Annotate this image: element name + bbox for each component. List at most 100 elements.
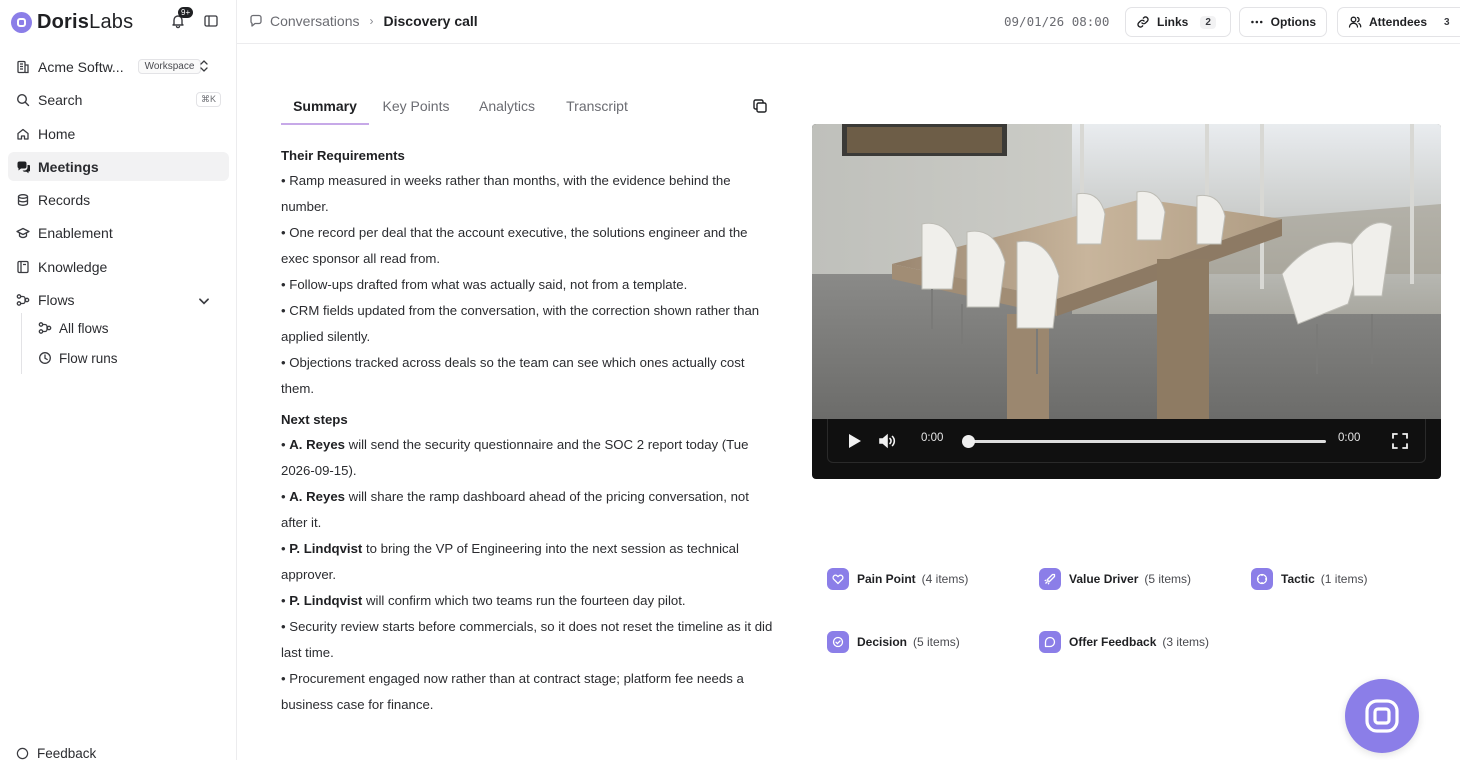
category-name: Decision xyxy=(857,635,908,649)
category-count: (4 items) xyxy=(921,572,969,586)
sidebar: DorisLabs 9+ Acme Softw... Workspace Sea… xyxy=(0,0,237,760)
summary-panel: Their Requirements • Ramp measured in we… xyxy=(281,144,774,718)
fullscreen-icon[interactable] xyxy=(1390,431,1410,451)
breadcrumb: Conversations › Discovery call xyxy=(249,13,478,29)
links-button[interactable]: Links 2 xyxy=(1125,7,1231,37)
sidebar-item-search[interactable]: Search ⌘K xyxy=(8,85,229,114)
requirement-item: • Objections tracked across deals so the… xyxy=(281,355,745,396)
heart-icon xyxy=(827,568,849,590)
tab-summary[interactable]: Summary xyxy=(281,87,369,125)
requirement-item: • Follow-ups drafted from what was actua… xyxy=(281,277,688,292)
next-step-owner: A. Reyes xyxy=(289,489,345,504)
sidebar-item-meetings[interactable]: Meetings xyxy=(8,152,229,181)
assistant-launcher-button[interactable] xyxy=(1345,679,1419,753)
video-player[interactable]: 0:00 0:00 xyxy=(812,124,1441,479)
category-value-driver[interactable]: Value Driver (5 items) xyxy=(1039,568,1191,590)
attendees-label: Attendees xyxy=(1369,15,1428,29)
seek-bar[interactable] xyxy=(962,435,1326,448)
category-tactic[interactable]: Tactic (1 items) xyxy=(1251,568,1367,590)
category-name: Tactic xyxy=(1281,572,1315,586)
breadcrumb-separator: › xyxy=(369,14,374,28)
category-count: (1 items) xyxy=(1320,572,1368,586)
flows-tree-line xyxy=(21,313,22,374)
tab-analytics[interactable]: Analytics xyxy=(475,87,539,125)
notifications-badge: 9+ xyxy=(178,7,194,18)
workspace-name: Acme Softw... xyxy=(38,58,124,75)
next-step-item: • P. Lindqvist will confirm which two te… xyxy=(281,593,686,608)
next-step-owner: P. Lindqvist xyxy=(289,593,363,608)
tab-transcript[interactable]: Transcript xyxy=(563,87,631,125)
chat-bubble-icon xyxy=(250,14,262,27)
next-step-item: • P. Lindqvist to bring the VP of Engine… xyxy=(281,541,739,582)
chevron-up-down-icon xyxy=(200,60,208,72)
sidebar-item-label: Home xyxy=(38,125,76,142)
tab-key-points[interactable]: Key Points xyxy=(379,87,453,125)
search-shortcut: ⌘K xyxy=(195,92,221,107)
sidebar-item-flows[interactable]: Flows xyxy=(8,285,229,314)
search-icon xyxy=(16,93,30,106)
rocket-icon xyxy=(1039,568,1061,590)
feedback-link[interactable]: Feedback xyxy=(16,746,96,760)
meeting-timestamp: 09/01/26 08:00 xyxy=(1004,14,1110,29)
sidebar-item-enablement[interactable]: Enablement xyxy=(8,218,229,247)
content-tabs: Summary Key Points Analytics Transcript xyxy=(281,87,771,125)
sidebar-item-records[interactable]: Records xyxy=(8,185,229,214)
category-decision[interactable]: Decision (5 items) xyxy=(827,631,960,653)
requirement-item: • CRM fields updated from the conversati… xyxy=(281,303,760,344)
sidebar-item-label: Meetings xyxy=(38,158,99,175)
category-count: (5 items) xyxy=(1144,572,1192,586)
category-count: (5 items) xyxy=(913,635,960,649)
workspace-switcher[interactable]: Acme Softw... Workspace xyxy=(8,52,229,81)
links-label: Links xyxy=(1157,15,1189,29)
assistant-logo-icon xyxy=(1365,699,1399,733)
requirement-item: • Ramp measured in weeks rather than mon… xyxy=(281,173,731,214)
requirement-item: • One record per deal that the account e… xyxy=(281,225,748,266)
video-controls: 0:00 0:00 xyxy=(827,419,1426,463)
play-icon[interactable] xyxy=(844,431,864,451)
seek-handle[interactable] xyxy=(962,435,975,448)
next-step-owner: A. Reyes xyxy=(289,437,345,452)
sidebar-item-label: Knowledge xyxy=(38,258,108,275)
breadcrumb-conversations[interactable]: Conversations xyxy=(270,13,360,29)
options-button[interactable]: Options xyxy=(1239,7,1327,37)
sidebar-item-all-flows[interactable]: All flows xyxy=(30,315,220,341)
category-pain-point[interactable]: Pain Point (4 items) xyxy=(827,568,968,590)
sidebar-item-knowledge[interactable]: Knowledge xyxy=(8,252,229,281)
target-icon xyxy=(1251,568,1273,590)
requirements-heading: Their Requirements xyxy=(281,148,405,163)
category-offer-feedback[interactable]: Offer Feedback (3 items) xyxy=(1039,631,1209,653)
message-circle-icon xyxy=(16,747,29,760)
sidebar-item-label: Flows xyxy=(38,291,75,308)
volume-icon[interactable] xyxy=(877,431,897,451)
video-thumbnail xyxy=(812,124,1441,419)
next-step-item: • Procurement engaged now rather than at… xyxy=(281,671,744,712)
brand[interactable]: DorisLabs xyxy=(11,11,133,33)
category-name: Value Driver xyxy=(1069,572,1139,586)
attendees-button[interactable]: Attendees 3 xyxy=(1337,7,1460,37)
sidebar-item-home[interactable]: Home xyxy=(8,119,229,148)
home-icon xyxy=(17,128,29,140)
category-name: Offer Feedback xyxy=(1069,635,1157,649)
duration: 0:00 xyxy=(1338,432,1361,444)
chevron-down-icon[interactable] xyxy=(197,294,211,308)
copy-icon[interactable] xyxy=(752,98,768,114)
graduation-cap-icon xyxy=(16,227,30,238)
database-icon xyxy=(17,193,29,206)
workflow-icon xyxy=(38,322,52,334)
sidebar-item-label: Enablement xyxy=(38,224,113,241)
next-step-item: • A. Reyes will send the security questi… xyxy=(281,437,749,478)
building-icon xyxy=(17,60,29,73)
sidebar-item-flow-runs[interactable]: Flow runs xyxy=(30,345,220,371)
top-bar: Conversations › Discovery call 09/01/26 … xyxy=(237,0,1460,44)
sidebar-toggle-icon[interactable] xyxy=(204,14,218,28)
chat-bubbles-icon xyxy=(17,161,30,173)
brand-logo-icon xyxy=(11,11,32,33)
links-count: 2 xyxy=(1200,15,1216,29)
message-icon xyxy=(1039,631,1061,653)
workspace-tag: Workspace xyxy=(137,59,202,74)
sidebar-item-label: Flow runs xyxy=(59,350,118,366)
brand-name: DorisLabs xyxy=(37,10,134,33)
workflow-icon xyxy=(16,293,30,306)
attendees-count: 3 xyxy=(1444,16,1450,28)
breadcrumb-current: Discovery call xyxy=(383,13,478,29)
